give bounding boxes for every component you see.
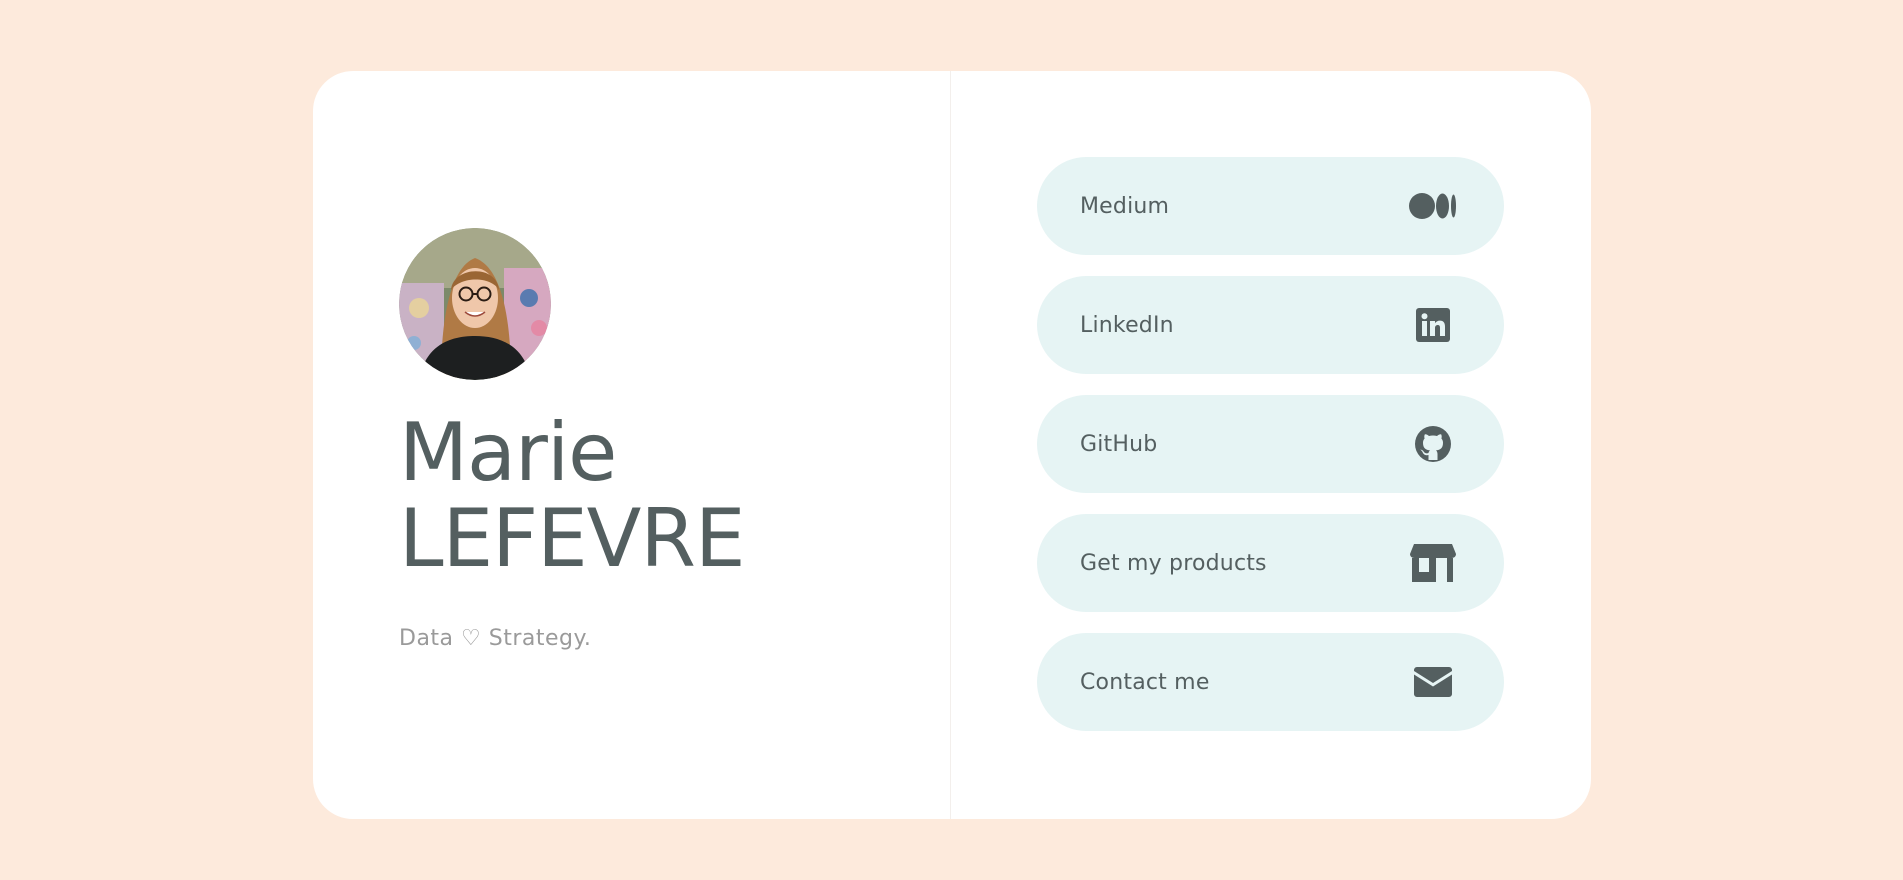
profile-card: Marie LEFEVRE Data ♡ Strategy. Medium Li…: [313, 71, 1591, 819]
envelope-icon: [1408, 657, 1458, 707]
last-name: LEFEVRE: [399, 492, 746, 585]
first-name: Marie: [399, 406, 617, 499]
products-link-button[interactable]: Get my products: [1037, 514, 1504, 612]
links-panel: Medium LinkedIn GitHub Get my products C…: [951, 71, 1591, 819]
tagline: Data ♡ Strategy.: [399, 626, 592, 651]
linkedin-link-button[interactable]: LinkedIn: [1037, 276, 1504, 374]
link-label: Contact me: [1080, 669, 1210, 695]
link-label: GitHub: [1080, 431, 1158, 457]
link-label: Medium: [1080, 193, 1170, 219]
linkedin-icon: [1408, 300, 1458, 350]
link-label: LinkedIn: [1080, 312, 1174, 338]
contact-link-button[interactable]: Contact me: [1037, 633, 1504, 731]
link-label: Get my products: [1080, 550, 1267, 576]
shop-icon: [1408, 538, 1458, 588]
medium-link-button[interactable]: Medium: [1037, 157, 1504, 255]
profile-panel: Marie LEFEVRE Data ♡ Strategy.: [313, 71, 951, 819]
github-icon: [1408, 419, 1458, 469]
medium-icon: [1408, 181, 1458, 231]
github-link-button[interactable]: GitHub: [1037, 395, 1504, 493]
profile-name: Marie LEFEVRE: [399, 410, 950, 582]
avatar: [399, 228, 551, 380]
